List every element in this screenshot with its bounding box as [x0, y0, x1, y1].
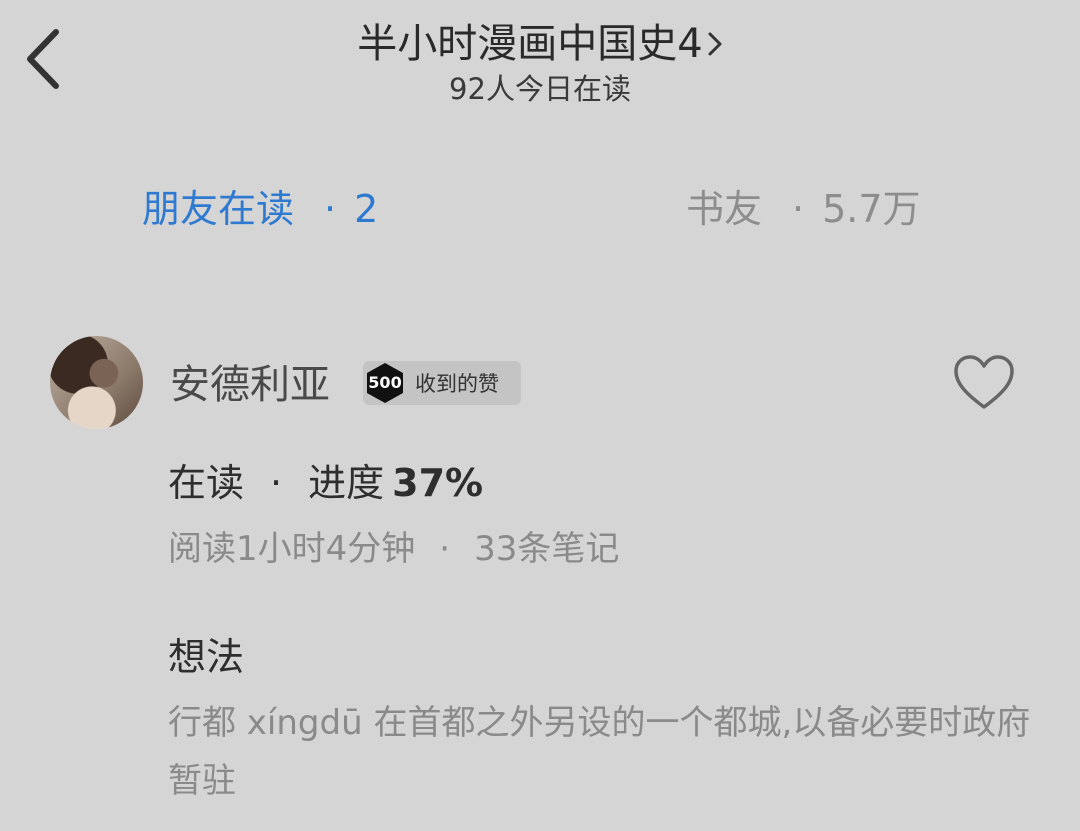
- progress-value: 37%: [392, 461, 484, 505]
- thought-text[interactable]: 行都 xíngdū 在首都之外另设的一个都城,以备必要时政府暂驻: [168, 694, 1048, 810]
- like-button[interactable]: [952, 353, 1016, 413]
- progress-label: 进度: [308, 461, 385, 505]
- meta-separator: ·: [439, 529, 451, 569]
- tab-book-friends[interactable]: 书友 · 5.7万: [686, 182, 921, 236]
- reader-tabs: 朋友在读 · 2 书友 · 5.7万: [0, 182, 1080, 236]
- avatar[interactable]: [50, 336, 143, 429]
- book-title: 半小时漫画中国史4: [357, 21, 703, 67]
- book-title-link[interactable]: 半小时漫画中国史4: [357, 14, 722, 74]
- username[interactable]: 安德利亚: [170, 357, 330, 413]
- tab-count: 5.7万: [822, 187, 921, 231]
- likes-badge: 500 收到的赞: [363, 361, 521, 405]
- reading-status: 在读 · 进度 37%: [168, 456, 483, 510]
- title-chevron-right-icon: [708, 32, 722, 56]
- readers-today: 92人今日在读: [449, 72, 631, 106]
- likes-label: 收到的赞: [415, 372, 499, 396]
- status-label: 在读: [168, 461, 245, 505]
- likes-count: 500: [368, 373, 402, 392]
- tab-count: 2: [354, 187, 379, 231]
- tab-label: 书友: [686, 187, 763, 231]
- header: 半小时漫画中国史4 92人今日在读: [0, 14, 1080, 106]
- hexagon-badge-icon: 500: [363, 361, 407, 405]
- heart-outline-icon: [954, 355, 1014, 409]
- notes-count[interactable]: 33条笔记: [474, 529, 619, 569]
- status-separator: ·: [270, 461, 283, 505]
- tab-separator: ·: [792, 187, 805, 231]
- reading-time: 阅读1小时4分钟: [168, 529, 416, 569]
- tab-label: 朋友在读: [142, 187, 295, 231]
- tab-friends-reading[interactable]: 朋友在读 · 2: [142, 182, 378, 236]
- reading-meta: 阅读1小时4分钟 · 33条笔记: [168, 524, 619, 574]
- thought-title: 想法: [168, 635, 245, 679]
- tab-separator: ·: [324, 187, 337, 231]
